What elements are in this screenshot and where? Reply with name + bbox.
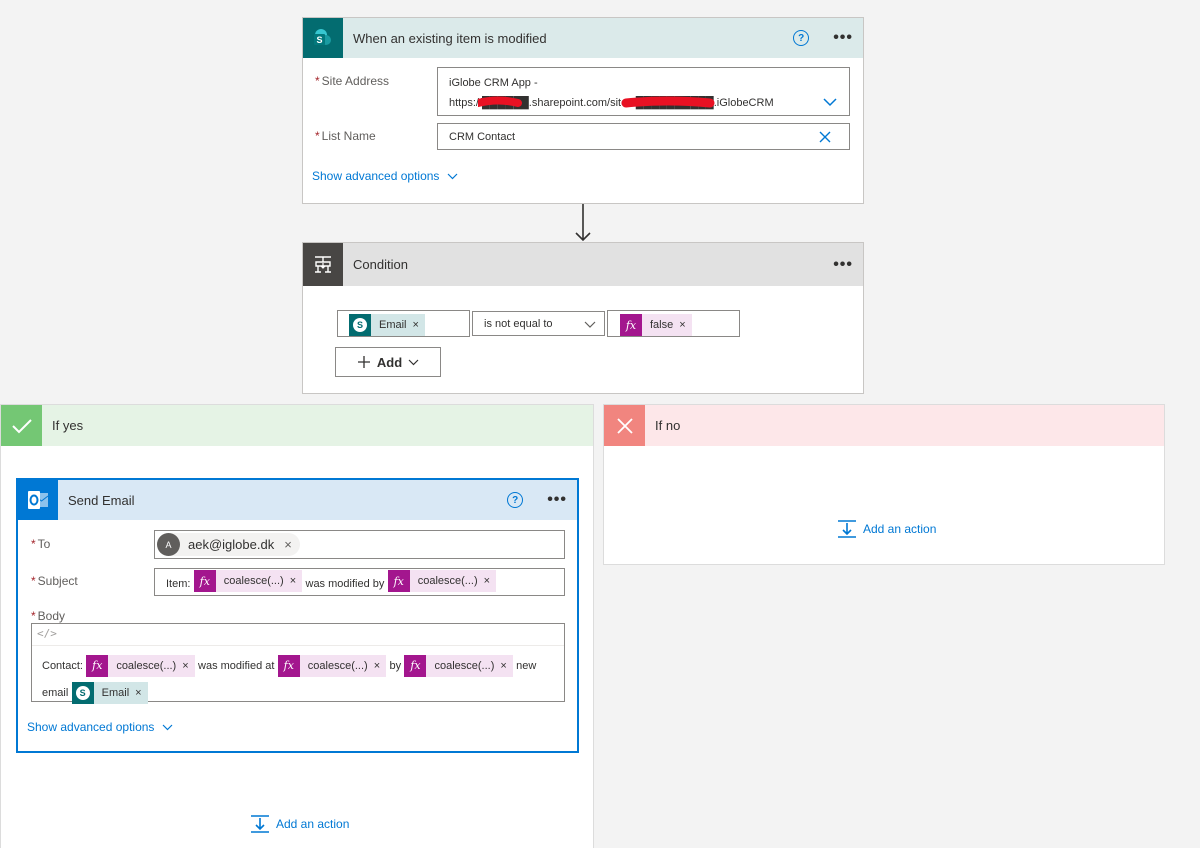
sharepoint-icon: S xyxy=(71,681,94,704)
trigger-header[interactable]: S When an existing item is modified ? ••… xyxy=(303,18,863,58)
list-name-field[interactable]: CRM Contact xyxy=(437,123,850,150)
list-name-value: CRM Contact xyxy=(449,131,516,143)
if-yes-title: If yes xyxy=(52,418,84,433)
more-options-icon[interactable]: ••• xyxy=(833,256,853,272)
code-view-icon[interactable]: </> xyxy=(37,627,57,640)
body-label: * Body xyxy=(31,609,66,623)
operator-dropdown[interactable]: is not equal to xyxy=(472,311,605,336)
email-token[interactable]: S Email × xyxy=(349,314,425,336)
outlook-icon xyxy=(18,480,58,520)
coalesce-token[interactable]: fx coalesce(...) × xyxy=(86,653,195,679)
add-an-action-button[interactable]: Add an action xyxy=(250,815,349,833)
fx-icon: fx xyxy=(193,570,216,592)
remove-token-icon[interactable]: × xyxy=(679,319,691,331)
email-token[interactable]: S Email × xyxy=(71,680,148,706)
body-text-new: new xyxy=(516,659,537,672)
avatar: A xyxy=(157,533,180,556)
subject-text-modified-by: was modified by xyxy=(305,578,385,590)
to-field[interactable]: A aek@iglobe.dk × xyxy=(154,530,565,559)
send-email-header[interactable]: Send Email ? ••• xyxy=(18,480,577,520)
send-email-card: Send Email ? ••• * To A aek@iglobe.dk × *… xyxy=(16,478,579,753)
if-no-header[interactable]: If no xyxy=(604,405,1164,446)
show-advanced-options-link[interactable]: Show advanced options xyxy=(312,169,458,183)
remove-token-icon[interactable]: × xyxy=(182,653,194,679)
help-icon[interactable]: ? xyxy=(793,30,810,46)
coalesce-token[interactable]: fx coalesce(...) × xyxy=(404,653,513,679)
remove-recipient-icon[interactable]: × xyxy=(284,537,292,552)
help-icon[interactable]: ? xyxy=(507,492,524,508)
connector-arrow xyxy=(575,204,591,242)
if-yes-branch: If yes Send Email ? ••• * To A aek@iglobe… xyxy=(0,404,594,848)
if-no-title: If no xyxy=(655,418,681,433)
fx-icon: fx xyxy=(387,570,410,592)
chevron-down-icon xyxy=(163,724,173,730)
redaction-mark xyxy=(478,96,715,108)
plus-icon xyxy=(357,356,370,368)
site-address-line1: iGlobe CRM App - xyxy=(449,77,538,89)
add-action-icon xyxy=(251,815,269,833)
body-content: Contact: fx coalesce(...) × was modified… xyxy=(42,652,556,706)
coalesce-token[interactable]: fx coalesce(...) × xyxy=(387,570,497,592)
subject-label: * Subject xyxy=(31,574,78,588)
subject-field[interactable]: Item: fx coalesce(...) × was modified by… xyxy=(154,568,565,596)
condition-left-operand[interactable]: S Email × xyxy=(337,310,470,337)
site-address-label: * Site Address xyxy=(315,74,390,88)
add-an-action-button[interactable]: Add an action xyxy=(837,520,936,538)
remove-token-icon[interactable]: × xyxy=(135,680,147,706)
subject-text-item: Item: xyxy=(166,578,191,590)
more-options-icon[interactable]: ••• xyxy=(833,30,853,46)
show-advanced-options-link[interactable]: Show advanced options xyxy=(27,720,173,734)
condition-title: Condition xyxy=(353,257,408,272)
coalesce-token[interactable]: fx coalesce(...) × xyxy=(193,570,303,592)
condition-header[interactable]: Condition ••• xyxy=(303,243,863,286)
add-condition-button[interactable]: Add xyxy=(335,347,441,377)
clear-icon[interactable] xyxy=(819,131,831,143)
send-email-title: Send Email xyxy=(68,492,135,508)
body-text-contact: Contact: xyxy=(42,659,83,672)
false-token[interactable]: fx false × xyxy=(620,314,692,336)
sharepoint-icon: S xyxy=(349,314,371,336)
if-yes-header[interactable]: If yes xyxy=(1,405,593,446)
chevron-down-icon xyxy=(408,359,419,365)
site-address-dropdown[interactable]: iGlobe CRM App - https://██████.sharepoi… xyxy=(437,67,850,116)
add-action-icon xyxy=(838,520,856,538)
more-options-icon[interactable]: ••• xyxy=(547,492,567,508)
recipient-email: aek@iglobe.dk xyxy=(188,537,275,552)
body-text-email: email xyxy=(42,686,69,699)
list-name-label: * List Name xyxy=(315,129,376,143)
operator-value: is not equal to xyxy=(484,318,553,330)
remove-token-icon[interactable]: × xyxy=(484,575,496,587)
svg-text:S: S xyxy=(316,35,322,45)
body-text-by: by xyxy=(389,659,402,672)
sharepoint-icon: S xyxy=(303,18,343,58)
remove-token-icon[interactable]: × xyxy=(374,653,386,679)
close-icon xyxy=(604,405,645,446)
fx-icon: fx xyxy=(620,314,642,336)
body-editor[interactable]: </> Contact: fx coalesce(...) × was modi… xyxy=(31,623,565,704)
fx-icon: fx xyxy=(277,654,300,677)
condition-card: Condition ••• S Email × is not equal to … xyxy=(302,242,864,394)
body-text-modified-at: was modified at xyxy=(198,659,275,672)
remove-token-icon[interactable]: × xyxy=(413,319,425,331)
fx-icon: fx xyxy=(404,654,427,677)
condition-right-operand[interactable]: fx false × xyxy=(607,310,740,337)
chevron-down-icon xyxy=(448,173,458,179)
chevron-down-icon xyxy=(584,321,596,328)
coalesce-token[interactable]: fx coalesce(...) × xyxy=(277,653,387,679)
recipient-chip[interactable]: A aek@iglobe.dk × xyxy=(157,533,300,556)
trigger-title: When an existing item is modified xyxy=(353,30,547,46)
condition-icon xyxy=(303,243,343,286)
trigger-card: S When an existing item is modified ? ••… xyxy=(302,17,864,204)
remove-token-icon[interactable]: × xyxy=(290,575,302,587)
check-icon xyxy=(1,405,42,446)
if-no-branch: If no Add an action xyxy=(603,404,1165,565)
chevron-down-icon[interactable] xyxy=(823,98,837,107)
fx-icon: fx xyxy=(86,654,109,677)
to-label: * To xyxy=(31,537,51,551)
remove-token-icon[interactable]: × xyxy=(500,653,512,679)
body-toolbar: </> xyxy=(32,624,564,646)
